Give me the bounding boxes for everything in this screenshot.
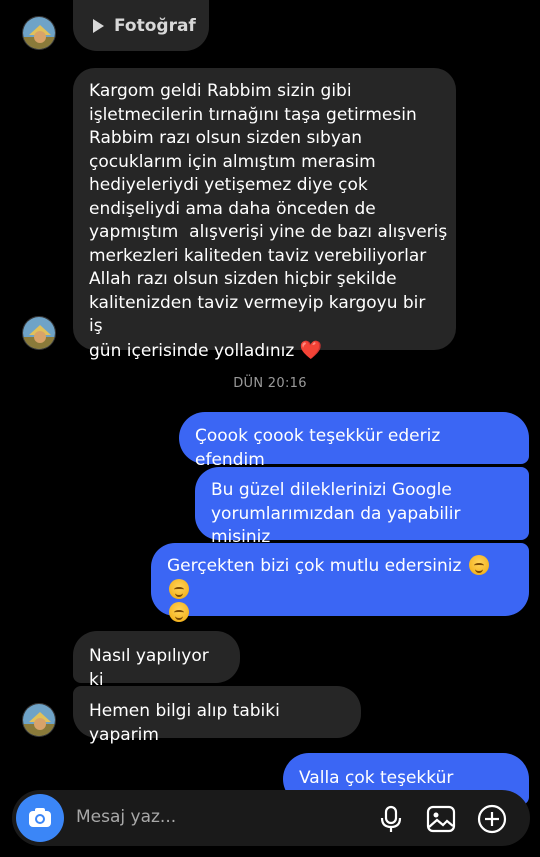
message-outgoing[interactable]: Bu güzel dileklerinizi Google yorumlarım… <box>195 467 529 547</box>
message-line: Bu güzel dileklerinizi Google <box>211 480 452 500</box>
message-text: Nasıl yapılıyor ki <box>89 646 209 690</box>
smiling-emoji <box>169 578 189 599</box>
avatar[interactable] <box>22 316 56 350</box>
heart-emoji: ❤️ <box>299 339 323 361</box>
message-line: çocuklarım için almıştım merasim <box>89 151 376 172</box>
avatar[interactable] <box>22 16 56 50</box>
gallery-button[interactable] <box>424 802 458 836</box>
camera-icon <box>29 808 51 827</box>
photo-label: Fotoğraf <box>114 15 196 36</box>
avatar-image <box>23 704 55 736</box>
message-incoming-long[interactable]: Kargom geldi Rabbim sizin gibi işletmeci… <box>73 68 456 361</box>
smiling-emoji <box>169 602 189 622</box>
timestamp: DÜN 20:16 <box>233 376 307 391</box>
message-line: yapmıştım alışverişi yine de bazı alışve… <box>89 222 448 242</box>
message-incoming[interactable]: Nasıl yapılıyor ki <box>73 631 240 690</box>
message-input[interactable] <box>74 806 358 828</box>
message-text: gün içerisinde yolladınız <box>89 340 295 361</box>
plus-circle-icon <box>477 804 507 834</box>
message-text: Çoook çoook teşekkür ederiz efendim <box>195 426 441 470</box>
message-outgoing[interactable]: Çoook çoook teşekkür ederiz efendim <box>179 412 529 470</box>
message-line: Kargom geldi Rabbim sizin gibi <box>89 81 352 101</box>
add-button[interactable] <box>475 802 509 836</box>
avatar[interactable] <box>22 703 56 737</box>
microphone-button[interactable] <box>374 802 408 836</box>
camera-button[interactable] <box>16 794 64 842</box>
message-line: endişeliydi ama daha önceden de <box>89 198 376 219</box>
message-line: kalitenizden taviz vermeyip kargoyu bir … <box>89 292 426 337</box>
message-text: Hemen bilgi alıp tabiki yaparim <box>89 701 280 745</box>
message-line: gün içerisinde yolladınız ❤️ <box>89 339 440 364</box>
smiling-emoji <box>468 555 489 575</box>
microphone-icon <box>380 805 402 832</box>
message-text: Gerçekten bizi çok mutlu edersiniz <box>167 556 462 576</box>
gallery-icon <box>426 805 456 833</box>
message-outgoing[interactable]: Gerçekten bizi çok mutlu edersiniz <box>151 543 529 622</box>
message-incoming[interactable]: Hemen bilgi alıp tabiki yaparim <box>73 686 361 745</box>
message-composer <box>12 790 530 846</box>
play-icon <box>93 18 104 33</box>
photo-message[interactable]: Fotoğraf <box>73 0 209 51</box>
avatar-image <box>23 17 55 49</box>
message-line: merkezleri kaliteden taviz verebiliyorla… <box>89 245 427 266</box>
message-line: Rabbim razı olsun sizden sıbyan <box>89 128 363 148</box>
message-line: hediyeleriydi yetişemez diye çok <box>89 175 368 195</box>
message-line: Allah razı olsun sizden hiçbir şekilde <box>89 269 397 289</box>
message-line: işletmecilerin tırnağını taşa getirmesin <box>89 104 417 125</box>
avatar-image <box>23 317 55 349</box>
